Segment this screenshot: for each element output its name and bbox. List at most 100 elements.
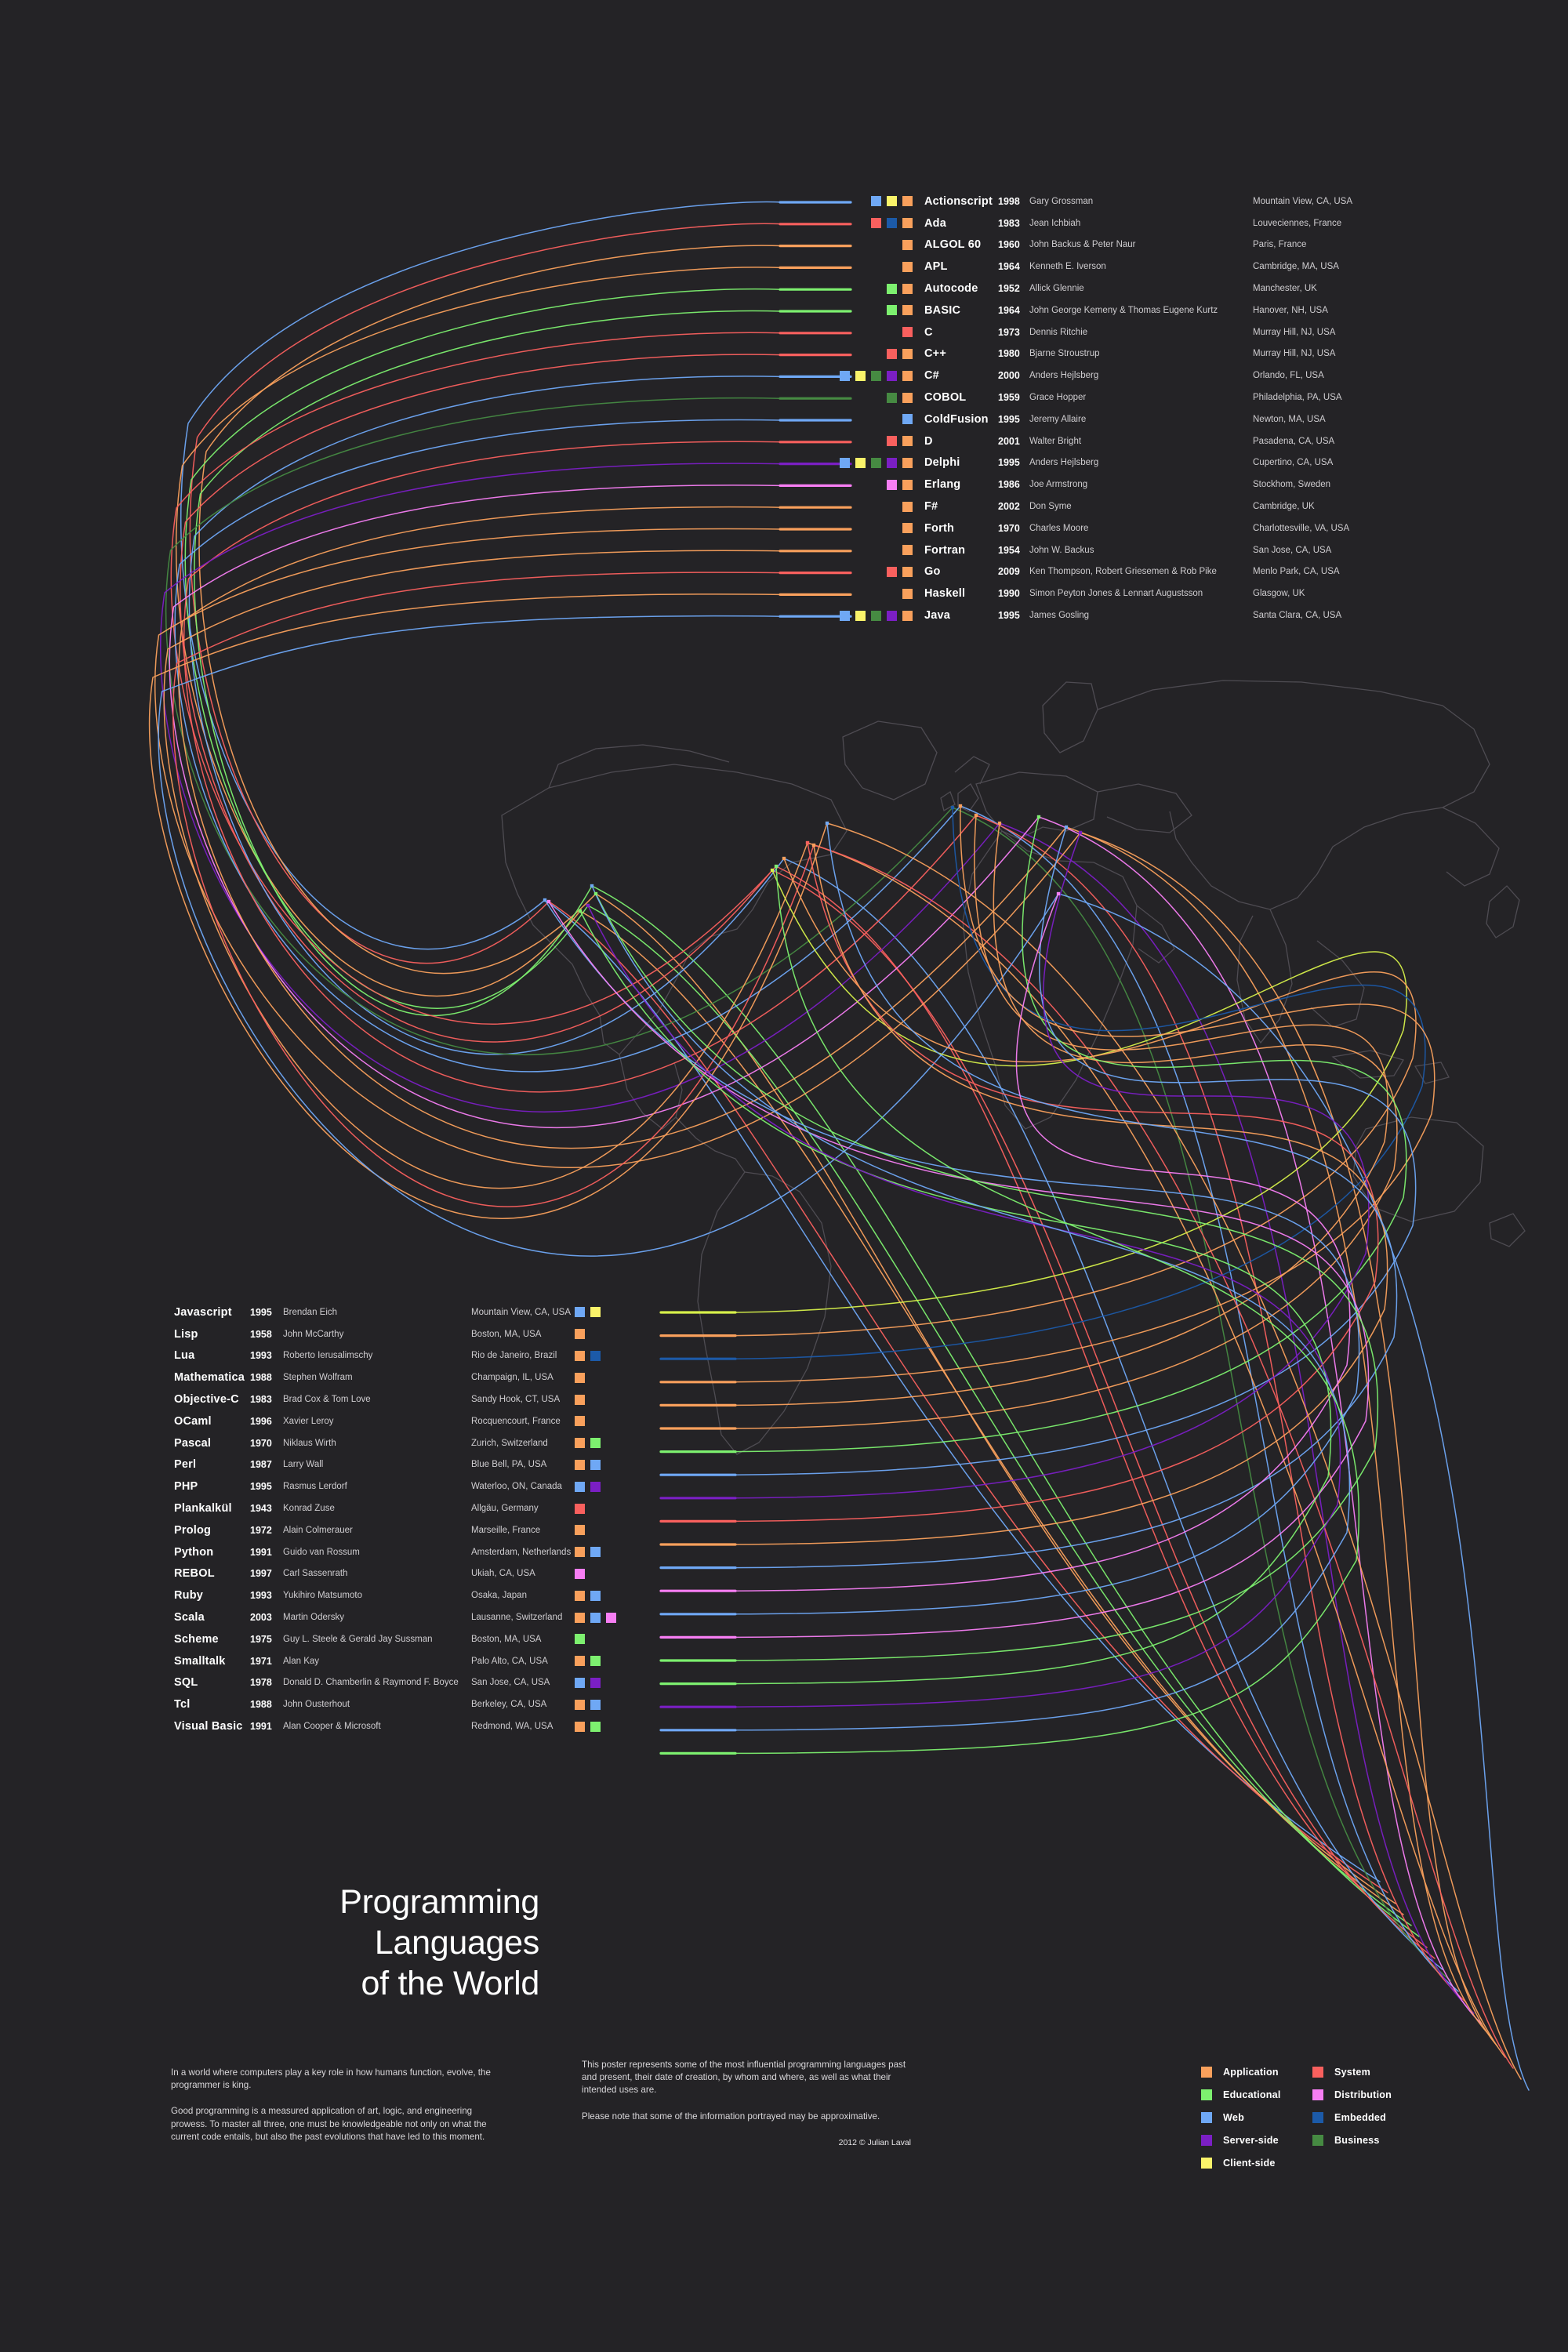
language-name: ColdFusion bbox=[924, 412, 989, 426]
language-city: Hanover, NH, USA bbox=[1253, 305, 1328, 315]
language-city: Charlottesville, VA, USA bbox=[1253, 523, 1350, 533]
legend-color-swatch bbox=[1312, 2134, 1323, 2146]
language-author: Anders Hejlsberg bbox=[1029, 458, 1099, 468]
language-arc bbox=[733, 816, 1407, 1453]
language-year: 1980 bbox=[998, 348, 1020, 360]
legend-label: Web bbox=[1223, 2111, 1244, 2123]
category-swatches bbox=[575, 1699, 637, 1710]
legend-item-educational[interactable]: Educational bbox=[1201, 2083, 1312, 2106]
category-swatches bbox=[840, 370, 913, 381]
language-city: Champaign, IL, USA bbox=[471, 1373, 554, 1383]
language-year: 1972 bbox=[250, 1524, 272, 1536]
language-author: Martin Odersky bbox=[283, 1613, 344, 1623]
category-swatch bbox=[575, 1459, 585, 1470]
language-row: Fortran 1954 John W. Backus San Jose, CA, U… bbox=[850, 539, 1469, 561]
legend-item-client[interactable]: Client-side bbox=[1201, 2151, 1312, 2174]
language-author: Ken Thompson, Robert Griesemen & Rob Pik… bbox=[1029, 567, 1217, 577]
category-swatch bbox=[902, 283, 913, 294]
legend-item-distribution[interactable]: Distribution bbox=[1312, 2083, 1424, 2106]
title-line-2: of the World bbox=[361, 1965, 540, 2002]
language-author: Rasmus Lerdorf bbox=[283, 1482, 347, 1492]
language-year: 1960 bbox=[998, 239, 1020, 251]
category-swatches bbox=[840, 610, 913, 621]
language-author: Alain Colmerauer bbox=[283, 1525, 353, 1535]
legend-item-embedded[interactable]: Embedded bbox=[1312, 2106, 1424, 2129]
language-year: 1964 bbox=[998, 304, 1020, 316]
language-city: Murray Hill, NJ, USA bbox=[1253, 327, 1336, 337]
language-author: Gary Grossman bbox=[1029, 196, 1094, 206]
legend-item-system[interactable]: System bbox=[1312, 2060, 1424, 2083]
city-marker-dot bbox=[1036, 815, 1041, 819]
language-year: 1995 bbox=[250, 1481, 272, 1493]
language-arc bbox=[733, 826, 1417, 1475]
copyright-notice: 2012 © Julian Laval bbox=[838, 2137, 911, 2147]
language-author: John Ousterhout bbox=[283, 1700, 350, 1710]
language-city: Stockhom, Sweden bbox=[1253, 480, 1331, 490]
category-swatch bbox=[902, 305, 913, 316]
language-row: Erlang 1986 Joe Armstrong Stockhom, Sweden bbox=[850, 474, 1469, 495]
language-name: Actionscript bbox=[924, 194, 993, 208]
category-swatches bbox=[850, 283, 913, 294]
language-arc bbox=[183, 441, 1467, 2003]
language-arc bbox=[733, 807, 1426, 1359]
city-marker-dot bbox=[586, 903, 590, 908]
language-author: Larry Wall bbox=[283, 1460, 324, 1470]
language-year: 1959 bbox=[998, 392, 1020, 404]
city-marker-dot bbox=[782, 856, 786, 861]
language-year: 1998 bbox=[998, 195, 1020, 207]
category-swatch bbox=[887, 392, 897, 403]
category-swatch bbox=[575, 1634, 585, 1645]
language-author: Walter Bright bbox=[1029, 436, 1082, 446]
category-swatch bbox=[590, 1481, 601, 1492]
legend-label: Application bbox=[1223, 2066, 1279, 2078]
legend-color-swatch bbox=[1312, 2111, 1323, 2123]
language-author: Carl Sassenrath bbox=[283, 1569, 348, 1579]
language-row: PHP 1995 Rasmus Lerdorf Waterloo, ON, Canad… bbox=[174, 1475, 723, 1497]
category-swatch bbox=[887, 436, 897, 447]
category-swatches bbox=[575, 1394, 637, 1405]
language-row: APL 1964 Kenneth E. Iverson Cambridge, MA, … bbox=[850, 256, 1469, 278]
language-author: John Backus & Peter Naur bbox=[1029, 240, 1136, 250]
arc-endpoint-dots bbox=[543, 804, 1083, 913]
language-author: Grace Hopper bbox=[1029, 393, 1087, 403]
legend-item-application[interactable]: Application bbox=[1201, 2060, 1312, 2083]
language-year: 1995 bbox=[998, 413, 1020, 425]
language-city: Sandy Hook, CT, USA bbox=[471, 1395, 561, 1405]
title-line-1: Programming Languages bbox=[339, 1883, 539, 1962]
language-name: Prolog bbox=[174, 1523, 212, 1537]
category-swatch bbox=[575, 1481, 585, 1492]
legend-item-business[interactable]: Business bbox=[1312, 2129, 1424, 2151]
language-city: Mountain View, CA, USA bbox=[1253, 196, 1352, 206]
language-city: Marseille, France bbox=[471, 1525, 541, 1535]
language-row: Haskell 1990 Simon Peyton Jones & Lennart … bbox=[850, 583, 1469, 604]
language-author: Guy L. Steele & Gerald Jay Sussman bbox=[283, 1634, 433, 1644]
category-swatch bbox=[871, 370, 881, 381]
language-year: 1943 bbox=[250, 1503, 272, 1515]
category-swatch bbox=[575, 1350, 585, 1361]
language-year: 2009 bbox=[998, 566, 1020, 578]
category-swatches bbox=[850, 588, 913, 599]
city-marker-dot bbox=[546, 899, 551, 904]
language-arc bbox=[733, 866, 1359, 1755]
category-swatch bbox=[902, 588, 913, 599]
category-swatch bbox=[887, 283, 897, 294]
city-marker-dot bbox=[997, 821, 1002, 826]
category-swatch bbox=[855, 370, 866, 381]
city-marker-dot bbox=[770, 868, 775, 873]
language-year: 1970 bbox=[998, 522, 1020, 534]
category-swatches bbox=[850, 523, 913, 534]
category-swatches bbox=[850, 414, 913, 425]
language-author: James Gosling bbox=[1029, 611, 1090, 621]
city-marker-dot bbox=[770, 868, 775, 873]
category-swatches bbox=[575, 1503, 637, 1514]
language-row: Scala 2003 Martin Odersky Lausanne, Switzer… bbox=[174, 1606, 723, 1628]
language-name: Python bbox=[174, 1545, 214, 1559]
category-swatch bbox=[902, 566, 913, 577]
category-swatch bbox=[606, 1612, 616, 1623]
language-name: APL bbox=[924, 260, 948, 274]
language-name: Perl bbox=[174, 1458, 197, 1472]
category-swatches bbox=[575, 1547, 637, 1558]
legend-item-server[interactable]: Server-side bbox=[1201, 2129, 1312, 2151]
legend-item-web[interactable]: Web bbox=[1201, 2106, 1312, 2129]
city-marker-dot bbox=[586, 903, 590, 908]
